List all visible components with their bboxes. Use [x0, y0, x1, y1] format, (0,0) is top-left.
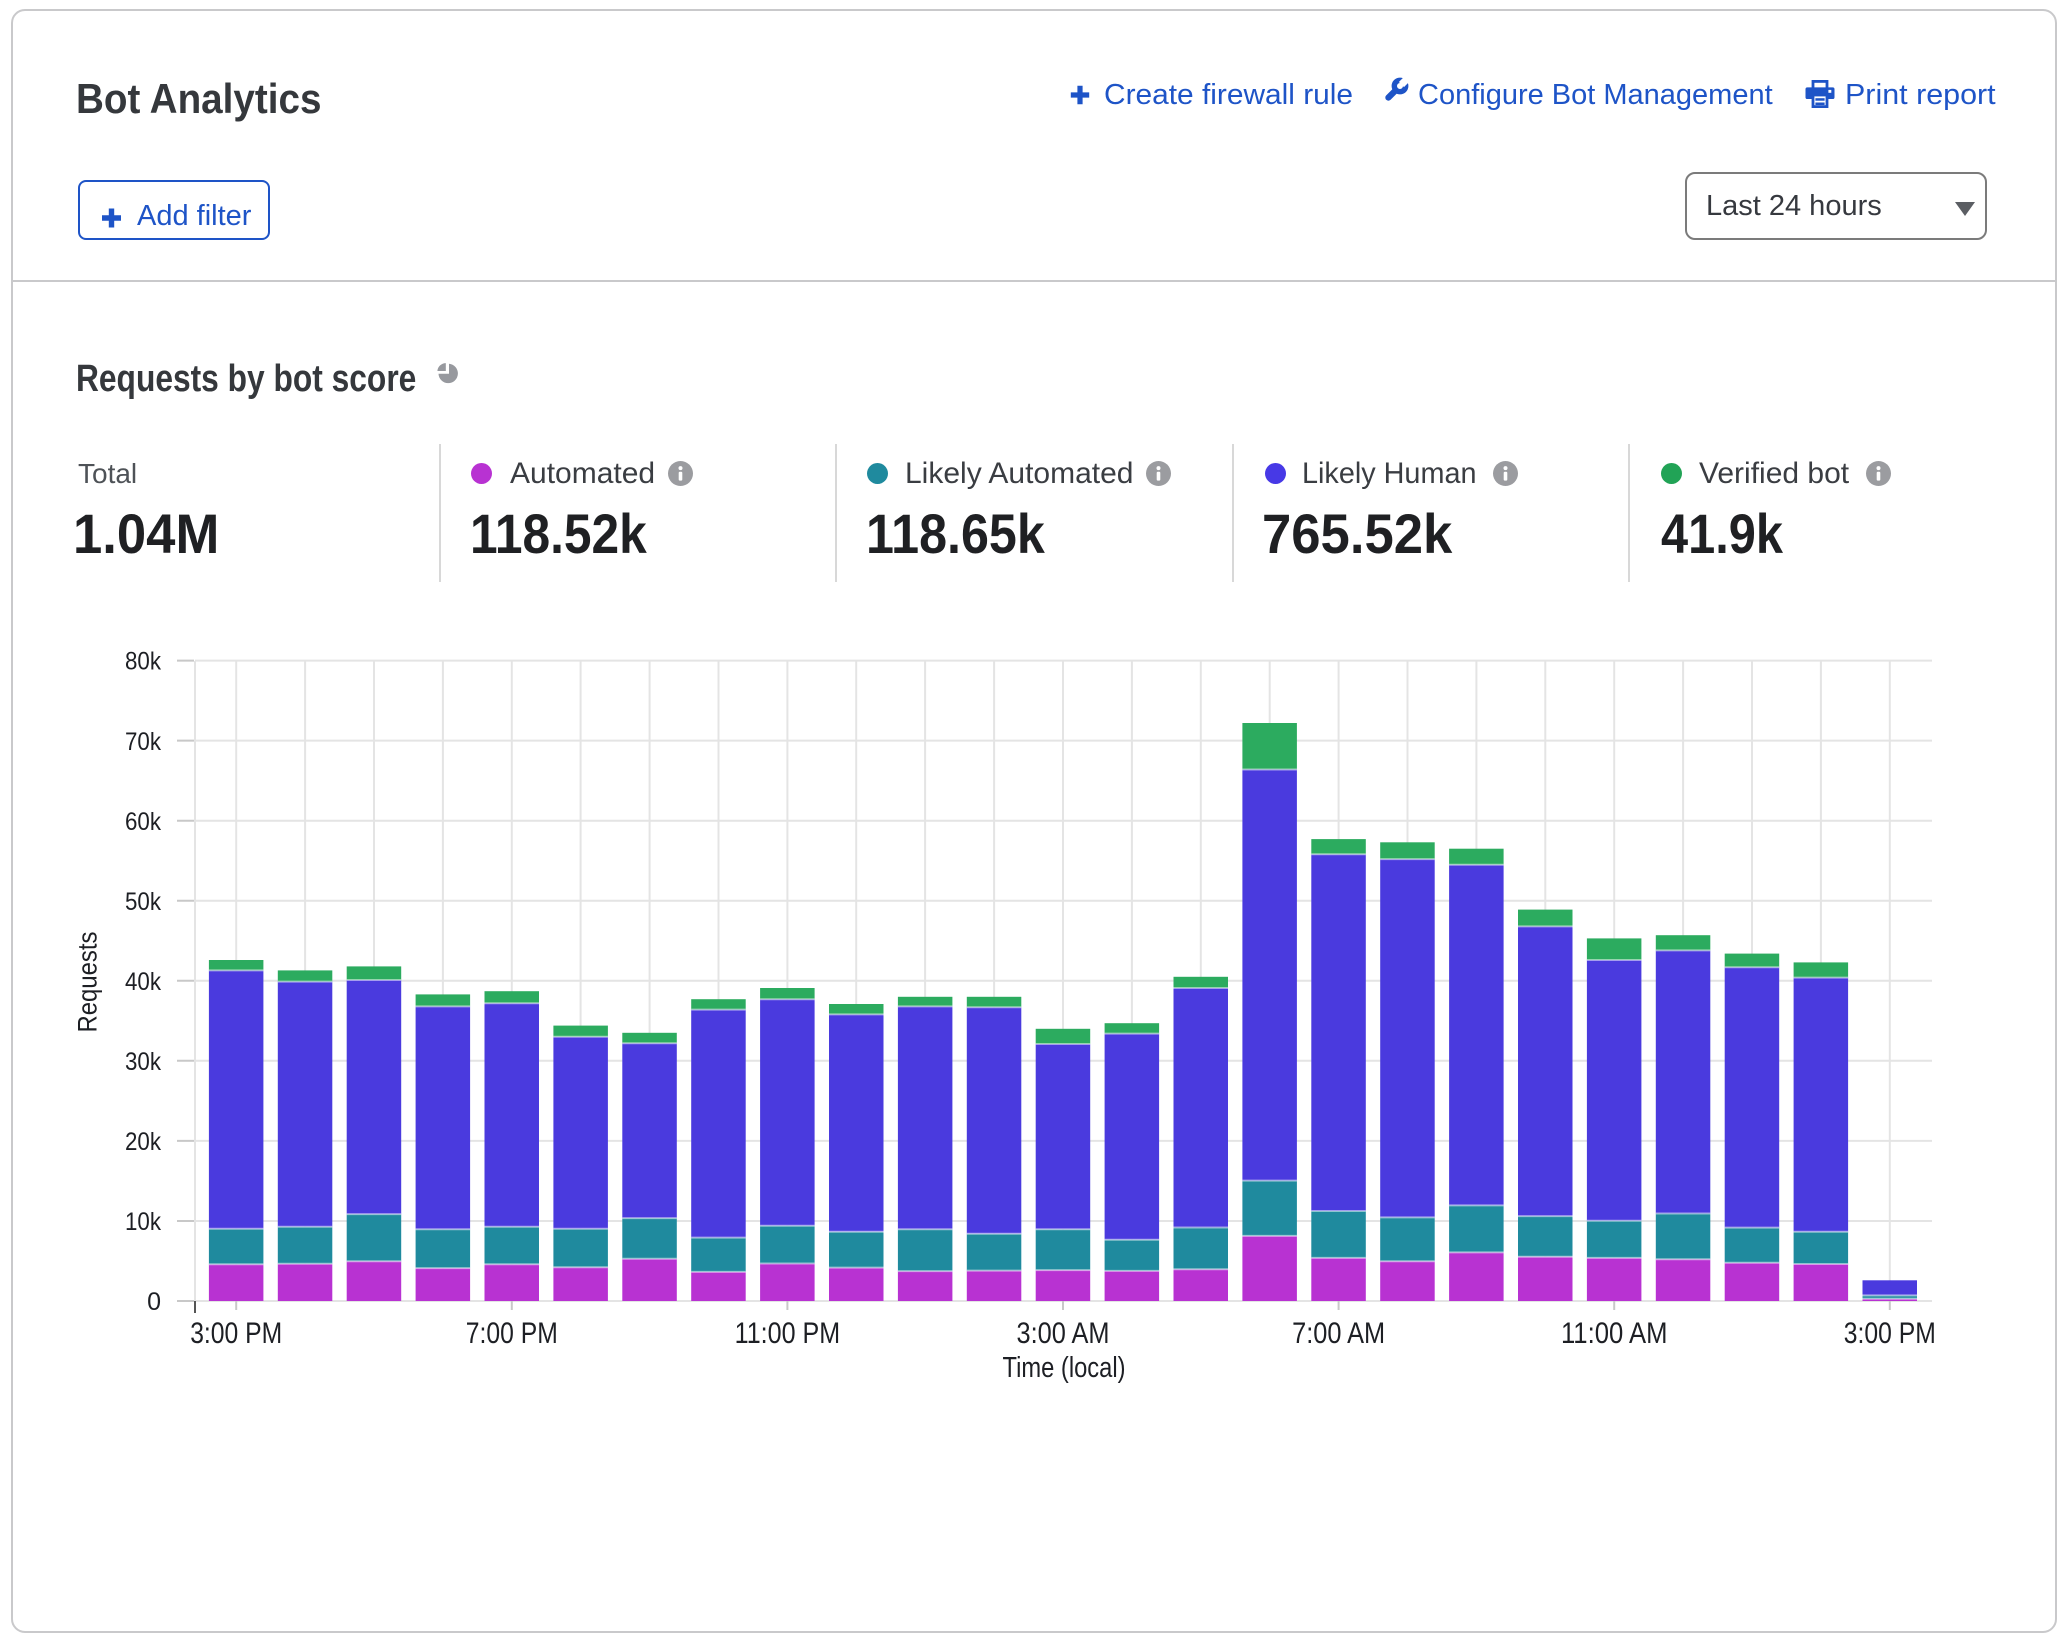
svg-text:0: 0 [147, 1288, 161, 1316]
svg-text:3:00 PM: 3:00 PM [1844, 1317, 1936, 1350]
svg-text:60k: 60k [125, 808, 161, 836]
svg-text:50k: 50k [125, 888, 161, 916]
svg-text:7:00 AM: 7:00 AM [1292, 1317, 1385, 1350]
svg-text:3:00 PM: 3:00 PM [190, 1317, 282, 1350]
svg-text:11:00 AM: 11:00 AM [1561, 1317, 1668, 1350]
svg-text:40k: 40k [125, 968, 161, 996]
svg-text:Requests: Requests [73, 932, 103, 1033]
svg-text:3:00 AM: 3:00 AM [1017, 1317, 1110, 1350]
svg-text:11:00 PM: 11:00 PM [735, 1317, 841, 1350]
svg-text:80k: 80k [125, 648, 161, 676]
svg-text:30k: 30k [125, 1048, 161, 1076]
svg-text:Time (local): Time (local) [1003, 1352, 1126, 1384]
svg-text:20k: 20k [125, 1128, 161, 1156]
svg-text:10k: 10k [125, 1208, 161, 1236]
svg-text:7:00 PM: 7:00 PM [466, 1317, 558, 1350]
svg-text:70k: 70k [125, 728, 161, 756]
